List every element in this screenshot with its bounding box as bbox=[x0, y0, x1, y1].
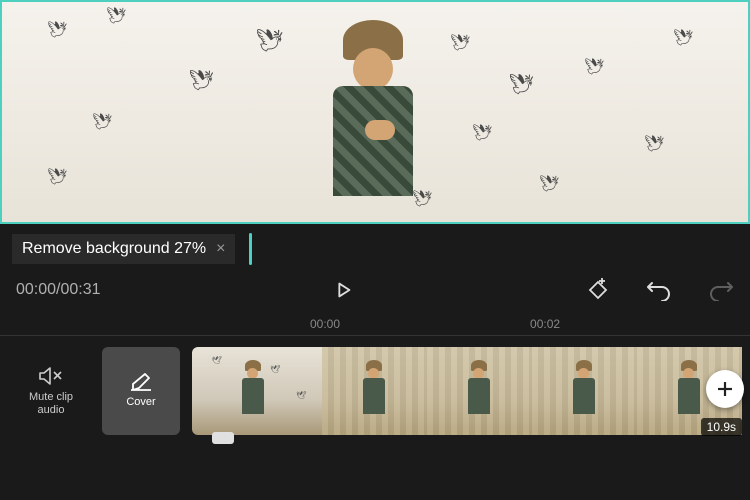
track-handle[interactable] bbox=[212, 432, 234, 444]
mute-clip-button[interactable]: Mute clip audio bbox=[12, 347, 90, 435]
keyframe-icon bbox=[586, 278, 610, 302]
mute-label: Mute clip audio bbox=[29, 391, 73, 417]
close-icon[interactable]: × bbox=[216, 240, 225, 258]
timeline-ruler[interactable]: 00:00 00:02 bbox=[0, 312, 750, 336]
bird-decoration: 🕊 bbox=[256, 28, 284, 54]
clip-thumbnail[interactable]: 🕊 🕊 🕊 bbox=[192, 347, 322, 435]
time-total: 00:31 bbox=[61, 281, 101, 298]
mute-icon bbox=[38, 365, 64, 387]
add-clip-button[interactable] bbox=[706, 370, 744, 408]
video-preview[interactable]: 🕊 🕊 🕊 🕊 🕊 🕊 🕊 🕊 🕊 🕊 🕊 🕊 🕊 🕊 bbox=[0, 0, 750, 224]
cover-edit-icon bbox=[129, 372, 153, 392]
redo-icon bbox=[708, 279, 734, 301]
processing-status: Remove background 27% × bbox=[12, 234, 235, 264]
cover-label: Cover bbox=[126, 396, 155, 409]
undo-icon bbox=[646, 279, 672, 301]
clip-thumbnail[interactable] bbox=[322, 347, 427, 435]
redo-button[interactable] bbox=[708, 279, 734, 301]
playhead-marker[interactable] bbox=[249, 233, 252, 265]
clip-duration-badge: 10.9s bbox=[701, 418, 742, 436]
time-current: 00:00 bbox=[16, 281, 56, 298]
play-icon bbox=[332, 279, 354, 301]
bird-decoration: 🕊 bbox=[106, 6, 126, 26]
status-text: Remove background 27% bbox=[22, 240, 206, 258]
play-button[interactable] bbox=[332, 279, 354, 301]
bird-decoration: 🕊 bbox=[472, 123, 492, 143]
cover-button[interactable]: Cover bbox=[102, 347, 180, 435]
clip-thumbnail[interactable] bbox=[532, 347, 637, 435]
bird-decoration: 🕊 bbox=[189, 68, 214, 93]
ruler-tick: 00:00 bbox=[310, 317, 340, 331]
bird-decoration: 🕊 bbox=[47, 167, 67, 187]
bird-decoration: 🕊 bbox=[673, 28, 693, 48]
plus-icon bbox=[716, 380, 734, 398]
bird-decoration: 🕊 bbox=[584, 57, 604, 77]
clip-thumbnail[interactable] bbox=[427, 347, 532, 435]
transport-bar: 00:00/00:31 bbox=[0, 274, 750, 312]
bird-decoration: 🕊 bbox=[450, 33, 470, 53]
bird-decoration: 🕊 bbox=[539, 174, 559, 194]
timecode-display: 00:00/00:31 bbox=[16, 281, 101, 299]
bird-decoration: 🕊 bbox=[47, 20, 67, 40]
ruler-tick: 00:02 bbox=[530, 317, 560, 331]
bird-decoration: 🕊 bbox=[509, 72, 534, 97]
clip-track[interactable]: 🕊 🕊 🕊 bbox=[192, 347, 750, 435]
timeline: Mute clip audio Cover 🕊 🕊 🕊 bbox=[0, 336, 750, 446]
bird-decoration: 🕊 bbox=[92, 112, 112, 132]
subject-person bbox=[315, 20, 435, 220]
bird-decoration: 🕊 bbox=[644, 134, 664, 154]
status-row: Remove background 27% × bbox=[0, 224, 750, 274]
keyframe-button[interactable] bbox=[586, 278, 610, 302]
undo-button[interactable] bbox=[646, 279, 672, 301]
